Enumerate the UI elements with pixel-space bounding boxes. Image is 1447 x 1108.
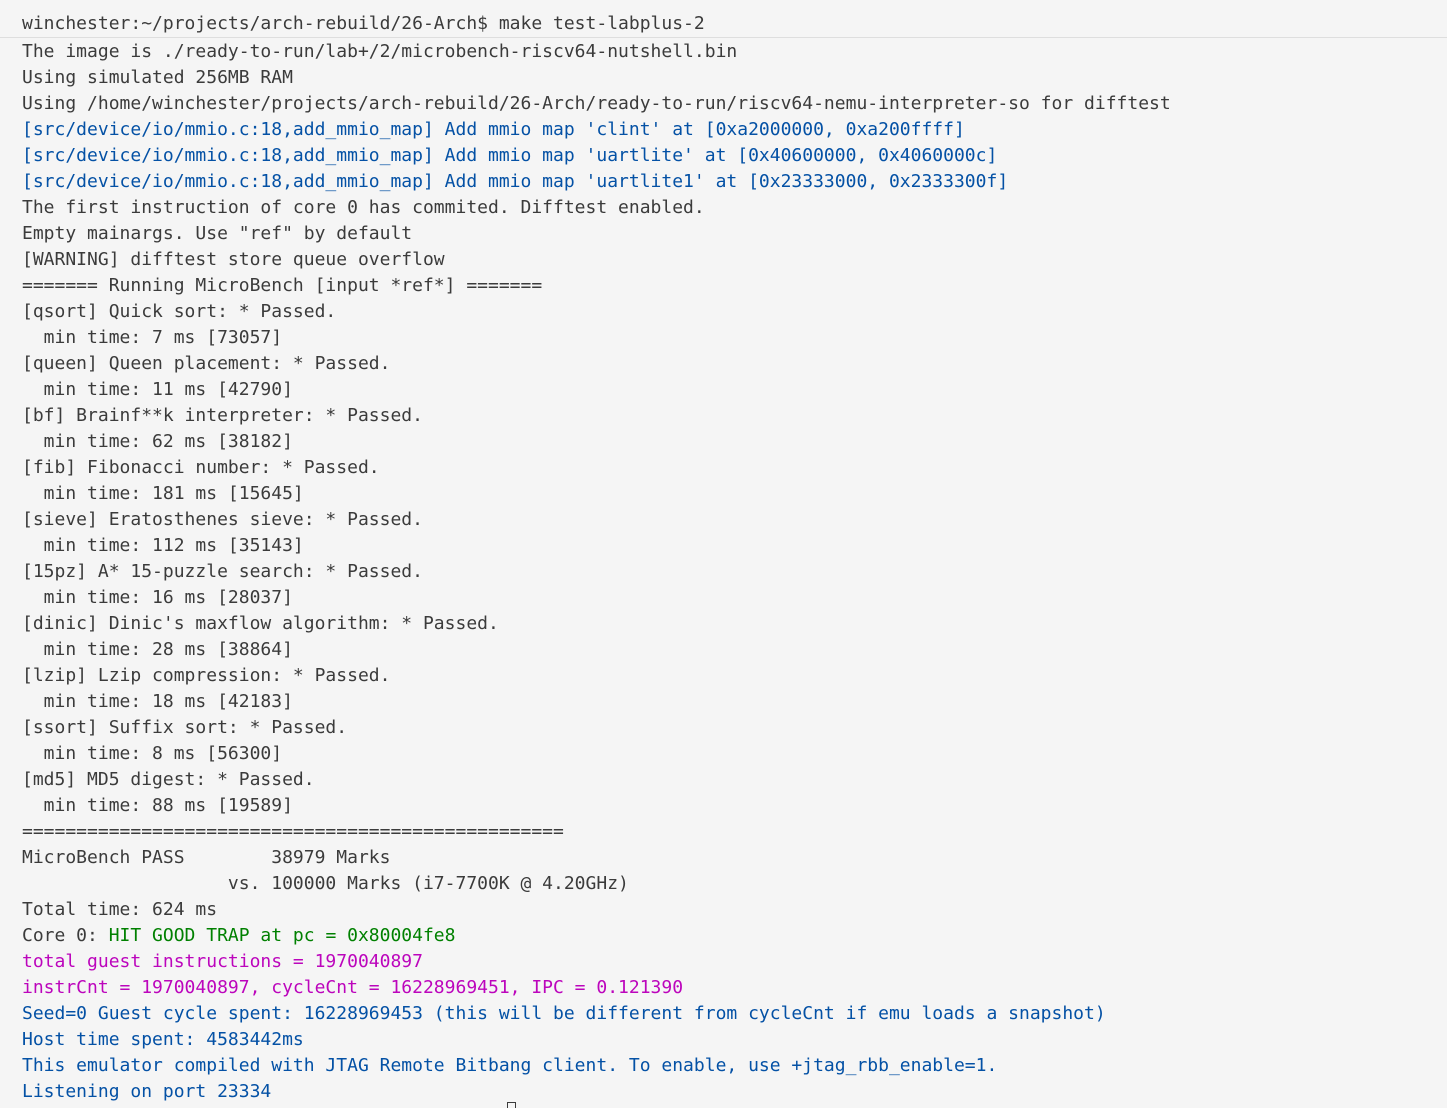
output-line: The first instruction of core 0 has comm… [22,197,705,218]
output-line: Listening on port 23334 [22,1081,272,1102]
output-line: [15pz] A* 15-puzzle search: * Passed. [22,561,423,582]
output-line: [src/device/io/mmio.c:18,add_mmio_map] A… [22,171,1009,192]
output-line: This emulator compiled with JTAG Remote … [22,1055,998,1076]
output-line: Using /home/winchester/projects/arch-reb… [22,93,1171,114]
output-line: Core 0: HIT GOOD TRAP at pc = 0x80004fe8 [22,923,1171,949]
output-line: [ssort] Suffix sort: * Passed. [22,717,348,738]
output-line: [lzip] Lzip compression: * Passed. [22,665,391,686]
output-line: [src/device/io/mmio.c:18,add_mmio_map] A… [22,145,998,166]
output-line: ======= Running MicroBench [input *ref*]… [22,275,543,296]
output-line: min time: 112 ms [35143] [22,535,304,556]
output-line: min time: 181 ms [15645] [22,483,304,504]
output-line: instrCnt = 1970040897, cycleCnt = 162289… [22,977,684,998]
output-line: [bf] Brainf**k interpreter: * Passed. [22,405,423,426]
output-line: min time: 7 ms [73057] [22,327,283,348]
output-line: The image is ./ready-to-run/lab+/2/micro… [22,41,738,62]
output-line: [qsort] Quick sort: * Passed. [22,301,337,322]
output-line: min time: 18 ms [42183] [22,691,293,712]
output-line: min time: 11 ms [42790] [22,379,293,400]
output-line: [dinic] Dinic's maxflow algorithm: * Pas… [22,613,499,634]
output-line: [queen] Queen placement: * Passed. [22,353,391,374]
output-line: Seed=0 Guest cycle spent: 16228969453 (t… [22,1003,1106,1024]
output-line: vs. 100000 Marks (i7-7700K @ 4.20GHz) [22,873,629,894]
output-line: [sieve] Eratosthenes sieve: * Passed. [22,509,423,530]
output-line: Using simulated 256MB RAM [22,67,293,88]
output-line: total guest instructions = 1970040897 [22,951,423,972]
divider [0,37,1447,38]
output-line: Empty mainargs. Use "ref" by default [22,223,413,244]
shell-prompt-command: winchester:~/projects/arch-rebuild/26-Ar… [22,13,705,34]
output-line: min time: 62 ms [38182] [22,431,293,452]
output-line: Host time spent: 4583442ms [22,1029,304,1050]
output-segment: Core 0: [22,925,109,946]
output-line: ========================================… [22,821,564,842]
output-line: min time: 16 ms [28037] [22,587,293,608]
text-cursor [507,1102,516,1108]
output-line: min time: 88 ms [19589] [22,795,293,816]
output-line: [WARNING] difftest store queue overflow [22,249,445,270]
output-segment: HIT GOOD TRAP at pc = 0x80004fe8 [108,925,456,946]
output-line: min time: 28 ms [38864] [22,639,293,660]
output-line: [src/device/io/mmio.c:18,add_mmio_map] A… [22,119,965,140]
output-line: Total time: 624 ms [22,899,218,920]
output-line: [fib] Fibonacci number: * Passed. [22,457,380,478]
terminal-panel[interactable]: winchester:~/projects/arch-rebuild/26-Ar… [0,0,1447,1108]
output-line: MicroBench PASS 38979 Marks [22,847,391,868]
terminal-output: The image is ./ready-to-run/lab+/2/micro… [22,39,1171,1105]
output-line: [md5] MD5 digest: * Passed. [22,769,315,790]
output-line: min time: 8 ms [56300] [22,743,283,764]
